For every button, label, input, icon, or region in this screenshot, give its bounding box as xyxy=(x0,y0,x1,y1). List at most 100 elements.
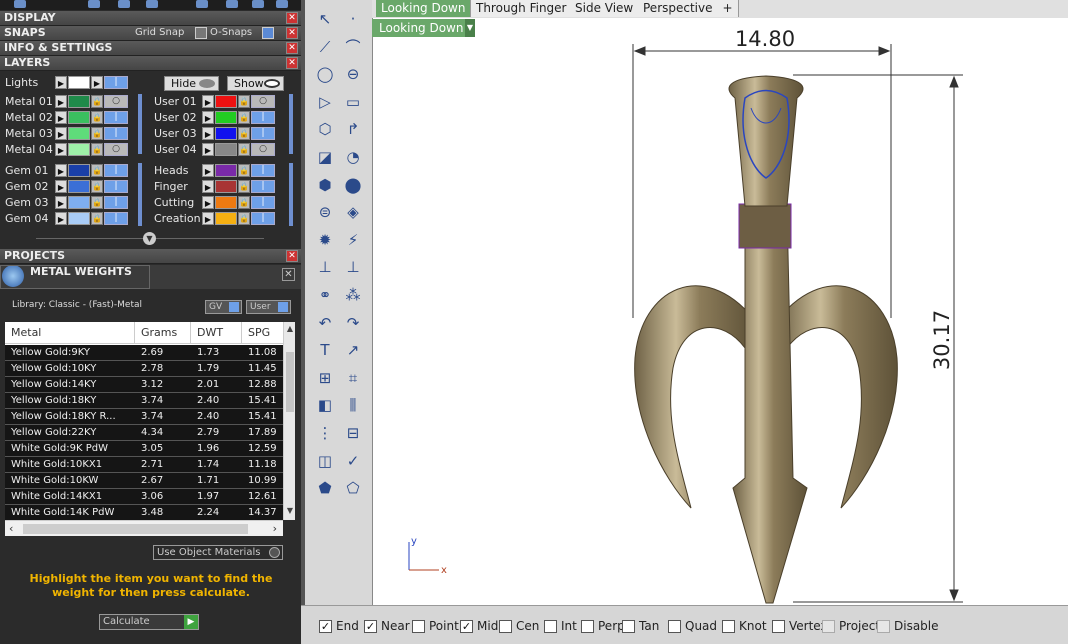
layer-visibility-toggle[interactable]: ○ xyxy=(251,95,275,108)
close-icon[interactable]: ✕ xyxy=(286,12,298,24)
table-row[interactable]: White Gold:10KX1 2.71 1.74 11.18 xyxy=(5,457,283,473)
section-snaps[interactable]: SNAPS Grid Snap O-Snaps ✕ xyxy=(0,26,301,41)
tab-side-view[interactable]: Side View xyxy=(570,0,640,17)
tool-icon[interactable] xyxy=(276,0,288,8)
play-icon[interactable]: ▶ xyxy=(55,143,67,156)
play-icon[interactable]: ▶ xyxy=(91,76,103,89)
chevron-down-icon[interactable]: ▼ xyxy=(465,19,475,37)
grid-icon[interactable]: ⊞ xyxy=(313,367,337,389)
lock-icon[interactable]: 🔒 xyxy=(238,111,250,124)
snap-near[interactable]: ✓ Near xyxy=(364,618,410,634)
close-icon[interactable]: ✕ xyxy=(286,57,298,69)
align-icon[interactable]: ⊟ xyxy=(341,422,365,444)
checkbox[interactable] xyxy=(544,619,557,633)
triangle-icon[interactable]: ▷ xyxy=(313,91,337,113)
table-row[interactable]: White Gold:10KW 2.67 1.71 10.99 xyxy=(5,473,283,489)
scroll-thumb[interactable] xyxy=(286,352,294,412)
close-icon[interactable]: ✕ xyxy=(286,250,298,262)
snap-perp[interactable]: Perp xyxy=(581,618,625,634)
play-icon[interactable]: ▶ xyxy=(55,196,67,209)
extend-icon[interactable]: ⊥ xyxy=(341,256,365,278)
checkbox[interactable] xyxy=(499,619,512,633)
lock-icon[interactable]: 🔒 xyxy=(91,196,103,209)
select-arrow-icon[interactable]: ↖ xyxy=(313,8,337,30)
lock-icon[interactable]: 🔒 xyxy=(238,164,250,177)
o-snaps-toggle[interactable] xyxy=(262,27,274,39)
move-icon[interactable]: ↗ xyxy=(341,339,365,361)
layers-icon[interactable]: ◧ xyxy=(313,394,337,416)
vertical-scrollbar[interactable]: ▲ ▼ xyxy=(283,322,295,520)
layer-color-swatch[interactable] xyxy=(215,143,237,156)
mirror-icon[interactable]: ◫ xyxy=(313,450,337,472)
layer-color-swatch[interactable] xyxy=(215,164,237,177)
layer-visibility-toggle[interactable]: | xyxy=(104,212,128,225)
play-icon[interactable]: ▶ xyxy=(202,143,214,156)
layer-visibility-toggle[interactable]: | xyxy=(251,111,275,124)
play-icon[interactable]: ▶ xyxy=(55,164,67,177)
checkbox[interactable] xyxy=(822,619,835,633)
checkbox[interactable]: ✓ xyxy=(364,619,377,633)
checkbox[interactable]: ✓ xyxy=(460,619,473,633)
tab-through-finger[interactable]: Through Finger xyxy=(471,0,573,17)
point-icon[interactable]: · xyxy=(341,8,365,30)
snap-vertex[interactable]: Vertex xyxy=(772,618,828,634)
play-icon[interactable]: ▶ xyxy=(202,212,214,225)
curve-icon[interactable]: ↱ xyxy=(341,118,365,140)
tool-icon[interactable] xyxy=(252,0,264,8)
gv-toggle[interactable]: GV xyxy=(205,300,242,314)
play-icon[interactable]: ▶ xyxy=(55,212,67,225)
table-row[interactable]: Yellow Gold:22KY 4.34 2.79 17.89 xyxy=(5,425,283,441)
view-name-label[interactable]: Looking Down ▼ xyxy=(372,19,475,37)
lock-icon[interactable]: 🔒 xyxy=(91,164,103,177)
arc-icon[interactable]: ⌒ xyxy=(341,36,365,58)
layer-visibility-toggle[interactable]: ○ xyxy=(251,143,275,156)
checkbox[interactable] xyxy=(877,619,890,633)
play-icon[interactable]: ▶ xyxy=(202,164,214,177)
scroll-up-icon[interactable]: ▲ xyxy=(284,324,295,336)
play-icon[interactable]: ▶ xyxy=(202,196,214,209)
scale-icon[interactable]: ↷ xyxy=(341,312,365,334)
lights-color-swatch[interactable] xyxy=(68,76,90,89)
column-header-spg[interactable]: SPG xyxy=(242,322,283,344)
play-icon[interactable]: ▶ xyxy=(202,180,214,193)
snap-int[interactable]: Int xyxy=(544,618,577,634)
play-icon[interactable]: ▶ xyxy=(202,95,214,108)
layer-visibility-toggle[interactable]: | xyxy=(251,180,275,193)
lock-icon[interactable]: 🔒 xyxy=(238,143,250,156)
snap-mid[interactable]: ✓ Mid xyxy=(460,618,498,634)
lock-icon[interactable]: 🔒 xyxy=(238,196,250,209)
gear-icon[interactable]: ✹ xyxy=(313,229,337,251)
transform-icon[interactable]: ◪ xyxy=(313,146,337,168)
layer-visibility-toggle[interactable]: | xyxy=(251,196,275,209)
section-display[interactable]: DISPLAY ✕ xyxy=(0,11,301,26)
rectangle-icon[interactable]: ▭ xyxy=(341,91,365,113)
lock-icon[interactable]: 🔒 xyxy=(91,180,103,193)
collapse-icon[interactable]: ▼ xyxy=(143,232,156,245)
close-icon[interactable]: ✕ xyxy=(282,268,295,281)
paint-icon[interactable]: ⬠ xyxy=(341,477,365,499)
text-icon[interactable]: T xyxy=(313,339,337,361)
scroll-thumb[interactable] xyxy=(23,524,248,534)
play-icon[interactable]: ▶ xyxy=(55,111,67,124)
layer-color-swatch[interactable] xyxy=(68,143,90,156)
snap-project[interactable]: Project xyxy=(822,618,880,634)
checkbox[interactable] xyxy=(581,619,594,633)
snap-end[interactable]: ✓ End xyxy=(319,618,359,634)
layer-color-swatch[interactable] xyxy=(215,196,237,209)
layer-color-swatch[interactable] xyxy=(215,180,237,193)
hide-button[interactable]: Hide xyxy=(164,76,219,91)
close-icon[interactable]: ✕ xyxy=(286,27,298,39)
checkbox[interactable]: ✓ xyxy=(319,619,332,633)
tool-icon[interactable] xyxy=(196,0,208,8)
play-icon[interactable]: ▶ xyxy=(55,127,67,140)
lock-icon[interactable]: 🔒 xyxy=(91,212,103,225)
play-icon[interactable]: ▶ xyxy=(55,180,67,193)
layer-visibility-toggle[interactable]: | xyxy=(251,164,275,177)
horizontal-scrollbar[interactable]: ‹ › xyxy=(5,520,283,536)
lock-icon[interactable]: 🔒 xyxy=(91,111,103,124)
snap-tan[interactable]: Tan xyxy=(622,618,659,634)
lights-visibility-toggle[interactable]: | xyxy=(104,76,128,89)
layer-visibility-toggle[interactable]: ○ xyxy=(104,95,128,108)
lock-icon[interactable]: 🔒 xyxy=(238,95,250,108)
tool-icon[interactable] xyxy=(146,0,158,8)
